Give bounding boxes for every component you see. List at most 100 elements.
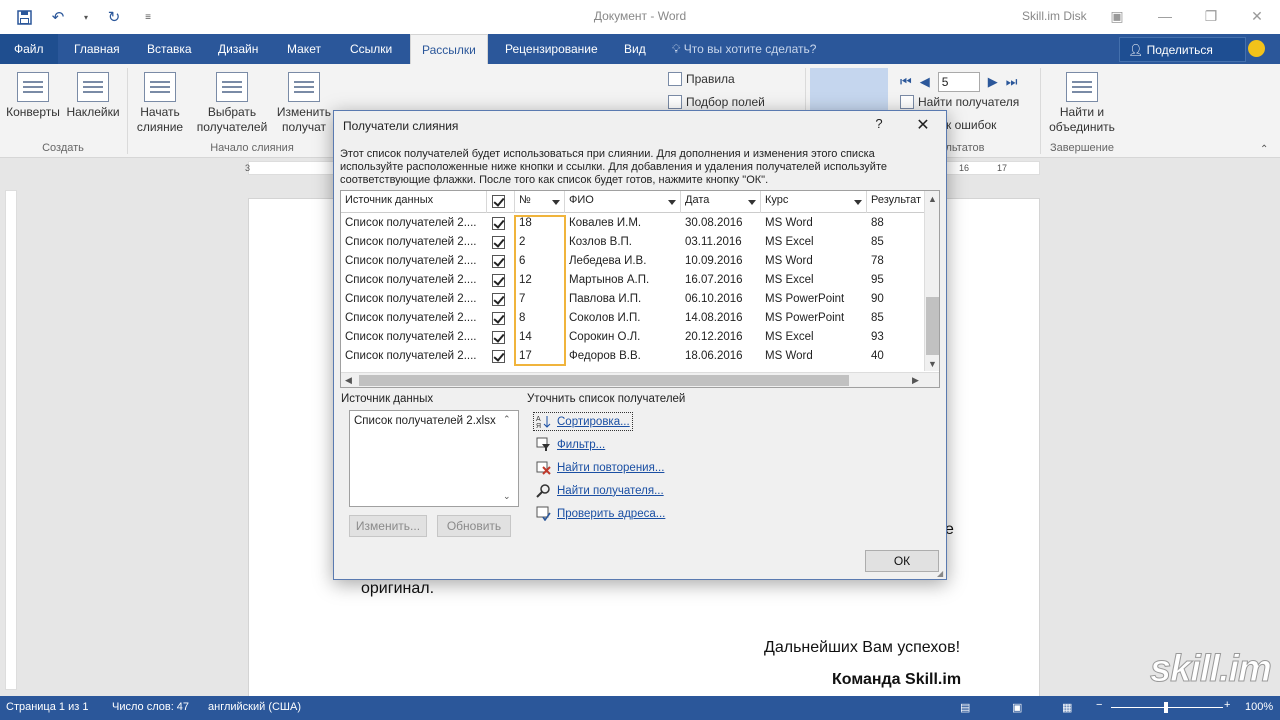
- tab-review[interactable]: Рецензирование: [499, 34, 604, 64]
- tab-insert[interactable]: Вставка: [141, 34, 198, 64]
- page-count[interactable]: Страница 1 из 1: [6, 701, 88, 713]
- feedback-smiley-icon[interactable]: [1248, 40, 1265, 57]
- scroll-up-icon[interactable]: ▲: [928, 194, 937, 204]
- zoom-level[interactable]: 100%: [1245, 701, 1273, 713]
- web-layout-icon[interactable]: ▦: [1062, 701, 1072, 714]
- filter-link[interactable]: Фильтр...: [536, 437, 605, 452]
- scroll-down-icon[interactable]: ▼: [928, 359, 937, 369]
- print-layout-icon[interactable]: ▣: [1012, 701, 1022, 714]
- table-row[interactable]: Список получателей 2.... 14 Сорокин О.Л. 20…: [341, 328, 927, 347]
- column-header-course[interactable]: Курс: [761, 191, 867, 213]
- record-number-input[interactable]: 5: [937, 72, 980, 92]
- zoom-in-icon[interactable]: +: [1224, 699, 1230, 711]
- tab-mailings[interactable]: Рассылки: [410, 34, 488, 64]
- first-record-icon[interactable]: ⏮: [900, 74, 912, 90]
- account-name[interactable]: Skill.im Disk: [1022, 9, 1087, 23]
- find-recipient-link[interactable]: Найти получателя...: [536, 483, 664, 498]
- validate-addresses-link[interactable]: Проверить адреса...: [536, 506, 665, 522]
- column-header-name[interactable]: ФИО: [565, 191, 681, 213]
- select-recipients-label-2: получателей: [196, 120, 268, 134]
- filter-icon: [536, 437, 551, 452]
- recipients-grid[interactable]: Источник данных № ФИО Дата Курс Результа…: [340, 190, 940, 388]
- column-header-date[interactable]: Дата: [681, 191, 761, 213]
- previous-record-icon[interactable]: ◀: [920, 74, 930, 90]
- ok-button[interactable]: ОК: [865, 550, 939, 572]
- envelopes-button[interactable]: Конверты: [4, 72, 62, 120]
- chevron-down-icon[interactable]: [748, 200, 756, 205]
- column-header-result[interactable]: Результат: [867, 191, 925, 213]
- rules-button[interactable]: Правила: [668, 72, 735, 86]
- tab-file[interactable]: Файл: [0, 34, 58, 64]
- match-fields-button[interactable]: Подбор полей: [668, 95, 765, 109]
- column-header-checkbox[interactable]: [487, 191, 515, 213]
- read-mode-icon[interactable]: ▤: [960, 701, 970, 714]
- include-recipient-checkbox[interactable]: [492, 217, 505, 230]
- zoom-slider-thumb[interactable]: [1164, 702, 1168, 713]
- help-button[interactable]: ?: [870, 116, 888, 134]
- labels-button[interactable]: Наклейки: [64, 72, 122, 120]
- restore-icon[interactable]: ❐: [1196, 5, 1226, 27]
- table-row[interactable]: Список получателей 2.... 17 Федоров В.В. 18…: [341, 347, 927, 366]
- tell-me-search[interactable]: 💡︎ Что вы хотите сделать?: [672, 34, 816, 64]
- tab-design[interactable]: Дизайн: [212, 34, 264, 64]
- tab-layout[interactable]: Макет: [281, 34, 327, 64]
- include-recipient-checkbox[interactable]: [492, 350, 505, 363]
- find-duplicates-link[interactable]: Найти повторения...: [536, 460, 664, 475]
- sort-link[interactable]: AЯ Сортировка...: [533, 412, 633, 431]
- close-window-icon[interactable]: ✕: [1242, 5, 1272, 27]
- tab-references[interactable]: Ссылки: [344, 34, 398, 64]
- data-source-list[interactable]: Список получателей 2.xlsx ⌃ ⌄: [349, 410, 519, 507]
- chevron-down-icon[interactable]: [854, 200, 862, 205]
- last-record-icon[interactable]: ⏭: [1006, 74, 1018, 90]
- table-row[interactable]: Список получателей 2.... 12 Мартынов А.П. 1…: [341, 271, 927, 290]
- table-row[interactable]: Список получателей 2.... 7 Павлова И.П. 06.…: [341, 290, 927, 309]
- column-header-source[interactable]: Источник данных: [341, 191, 487, 213]
- cell-source: Список получателей 2....: [345, 274, 477, 286]
- horizontal-scroll-thumb[interactable]: [359, 375, 849, 386]
- minimize-icon[interactable]: —: [1150, 5, 1180, 27]
- zoom-out-icon[interactable]: −: [1096, 699, 1102, 711]
- start-merge-button[interactable]: Начать слияние: [128, 72, 192, 135]
- table-row[interactable]: Список получателей 2.... 2 Козлов В.П. 03.1…: [341, 233, 927, 252]
- find-recipient-button[interactable]: Найти получателя: [900, 95, 1019, 109]
- edit-recipient-list-button[interactable]: Изменить получат: [274, 72, 334, 135]
- include-recipient-checkbox[interactable]: [492, 236, 505, 249]
- chevron-down-icon[interactable]: [668, 200, 676, 205]
- table-row[interactable]: Список получателей 2.... 18 Ковалев И.М. 30…: [341, 214, 927, 233]
- word-count[interactable]: Число слов: 47: [112, 701, 189, 713]
- edit-source-button[interactable]: Изменить...: [349, 515, 427, 537]
- refresh-source-button[interactable]: Обновить: [437, 515, 511, 537]
- list-scroll-up-icon[interactable]: ⌃: [503, 414, 511, 425]
- collapse-ribbon-icon[interactable]: ⌃: [1260, 144, 1268, 155]
- table-row[interactable]: Список получателей 2.... 8 Соколов И.П. 14.…: [341, 309, 927, 328]
- validate-icon: [536, 506, 551, 522]
- scroll-right-icon[interactable]: ▶: [912, 375, 919, 386]
- language-status[interactable]: английский (США): [208, 701, 301, 713]
- column-header-num[interactable]: №: [515, 191, 565, 213]
- check-errors-button[interactable]: ск ошибок: [940, 118, 996, 132]
- tab-home[interactable]: Главная: [68, 34, 126, 64]
- chevron-down-icon[interactable]: [552, 200, 560, 205]
- select-recipients-button[interactable]: Выбрать получателей: [190, 72, 274, 135]
- table-row[interactable]: Список получателей 2.... 6 Лебедева И.В. 10…: [341, 252, 927, 271]
- select-all-checkbox[interactable]: [492, 195, 505, 208]
- include-recipient-checkbox[interactable]: [492, 274, 505, 287]
- scroll-left-icon[interactable]: ◀: [345, 375, 352, 386]
- grid-header: Источник данных № ФИО Дата Курс Результа…: [341, 191, 939, 213]
- list-scroll-down-icon[interactable]: ⌄: [503, 491, 511, 502]
- vertical-ruler[interactable]: [5, 190, 17, 690]
- include-recipient-checkbox[interactable]: [492, 312, 505, 325]
- data-source-item[interactable]: Список получателей 2.xlsx: [354, 415, 514, 427]
- resize-grip-icon[interactable]: ◢: [937, 569, 943, 578]
- vertical-scroll-thumb[interactable]: [926, 297, 939, 355]
- include-recipient-checkbox[interactable]: [492, 255, 505, 268]
- tab-view[interactable]: Вид: [618, 34, 652, 64]
- include-recipient-checkbox[interactable]: [492, 293, 505, 306]
- ribbon-options-icon[interactable]: ▣: [1102, 5, 1132, 27]
- cell-name: Козлов В.П.: [569, 236, 632, 248]
- include-recipient-checkbox[interactable]: [492, 331, 505, 344]
- close-icon[interactable]: ✕: [912, 115, 934, 135]
- finish-merge-button[interactable]: Найти и объединить: [1042, 72, 1122, 135]
- share-button[interactable]: 👤︎ Поделиться: [1119, 37, 1246, 62]
- next-record-icon[interactable]: ▶: [988, 74, 998, 90]
